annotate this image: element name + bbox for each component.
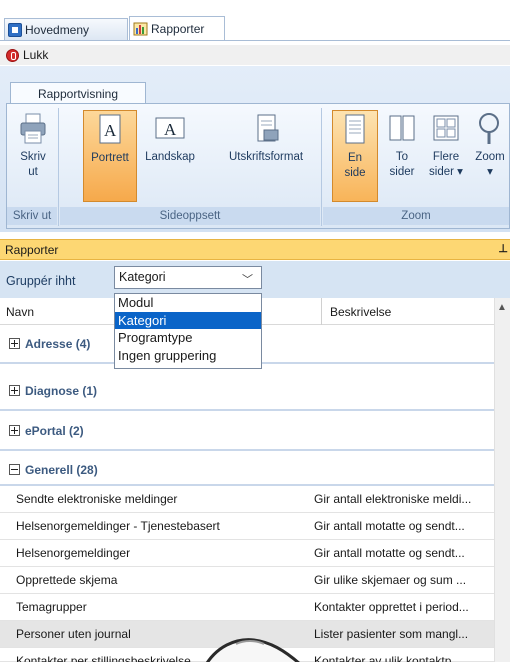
group-label-print: Skriv ut — [7, 207, 57, 225]
group-label-zoom: Zoom — [323, 207, 509, 225]
svg-text:A: A — [164, 120, 177, 139]
dropdown-option-ingen-gruppering[interactable]: Ingen gruppering — [115, 347, 261, 365]
pin-icon[interactable]: ⊥ — [498, 242, 508, 255]
chevron-down-icon: ▾ — [487, 166, 493, 178]
row-description: Kontakter av ulik kontaktp... — [314, 654, 462, 662]
row-description: Lister pasienter som mangl... — [314, 627, 469, 641]
chart-report-icon — [133, 22, 148, 36]
expand-icon[interactable] — [9, 338, 20, 349]
ribbon-tab-rapportvisning[interactable]: Rapportvisning — [10, 82, 146, 104]
table-row[interactable]: Sendte elektroniske meldinger Gir antall… — [0, 486, 494, 513]
print-label-2: ut — [28, 166, 38, 178]
group-label: Adresse (4) — [25, 337, 91, 351]
two-pages-icon — [387, 112, 417, 146]
one-page-label-1: En — [347, 152, 363, 164]
expand-icon[interactable] — [9, 425, 20, 436]
collapse-icon[interactable] — [9, 464, 20, 475]
zoom-button[interactable]: Zoom ▾ — [470, 112, 510, 198]
group-row-eportal[interactable]: ePortal (2) — [0, 413, 494, 451]
table-row[interactable]: Temagrupper Kontakter opprettet i period… — [0, 594, 494, 621]
column-header-description[interactable]: Beskrivelse — [330, 305, 391, 319]
group-by-label: Gruppér ihht — [6, 274, 76, 288]
landscape-label: Landskap — [145, 151, 195, 163]
row-description: Gir antall elektroniske meldi... — [314, 492, 472, 506]
row-name: Opprettede skjema — [16, 573, 118, 587]
multiple-pages-label-1: Flere — [432, 151, 460, 163]
table-row[interactable]: Opprettede skjema Gir ulike skjemaer og … — [0, 567, 494, 594]
group-label: ePortal (2) — [25, 424, 84, 438]
table-row[interactable]: Helsenorgemeldinger Gir antall motatte o… — [0, 540, 494, 567]
two-pages-label-2: sider — [389, 166, 415, 178]
dropdown-option-kategori[interactable]: Kategori — [115, 311, 261, 329]
two-pages-label-1: To — [395, 151, 409, 163]
row-name: Personer uten journal — [16, 627, 131, 641]
one-page-label-2: side — [344, 167, 366, 179]
column-header-name[interactable]: Navn — [6, 305, 34, 319]
tab-hovedmeny[interactable]: Hovedmeny — [4, 18, 128, 40]
portrait-label: Portrett — [91, 152, 129, 164]
group-row-generell[interactable]: Generell (28) — [0, 452, 494, 486]
print-button[interactable]: Skriv ut — [10, 112, 56, 198]
one-page-icon — [340, 113, 370, 147]
row-description: Gir ulike skjemaer og sum ... — [314, 573, 467, 587]
magnifier-icon — [475, 112, 505, 146]
print-label-1: Skriv — [20, 151, 46, 163]
row-description: Gir antall motatte og sendt... — [314, 519, 465, 533]
two-pages-button[interactable]: To sider — [381, 112, 423, 198]
printer-icon — [18, 112, 48, 146]
hand-cursor-icon — [196, 624, 306, 662]
landscape-button[interactable]: A Landskap — [140, 112, 200, 198]
row-name: Sendte elektroniske meldinger — [16, 492, 178, 506]
group-by-value: Kategori — [119, 270, 166, 284]
group-by-dropdown-list: Modul Kategori Programtype Ingen grupper… — [114, 293, 262, 369]
group-by-select[interactable]: Kategori ﹀ — [114, 266, 262, 289]
close-button[interactable]: Lukk — [23, 48, 48, 62]
expand-icon[interactable] — [9, 385, 20, 396]
landscape-page-icon: A — [153, 112, 187, 146]
row-name: Helsenorgemeldinger — [16, 546, 131, 560]
chevron-down-icon: ﹀ — [242, 274, 253, 286]
vertical-scrollbar[interactable] — [494, 298, 510, 662]
pane-header: Rapporter ⊥ — [0, 239, 510, 260]
row-name: Temagrupper — [16, 600, 87, 614]
row-name: Kontakter per stillingsbeskrivelse — [16, 654, 191, 662]
multiple-pages-button[interactable]: Flere sider ▾ — [424, 112, 468, 198]
one-page-button[interactable]: En side — [332, 110, 378, 202]
row-name: Helsenorgemeldinger - Tjenestebasert — [16, 519, 220, 533]
table-row[interactable]: Helsenorgemeldinger - Tjenestebasert Gir… — [0, 513, 494, 540]
svg-text:A: A — [104, 121, 117, 140]
group-row-diagnose[interactable]: Diagnose (1) — [0, 373, 494, 411]
home-menu-icon — [8, 22, 22, 37]
power-close-icon — [6, 48, 19, 62]
page-format-icon — [251, 112, 281, 146]
multiple-pages-icon — [431, 112, 461, 146]
group-label-page-setup: Sideoppsett — [60, 207, 320, 225]
row-description: Gir antall motatte og sendt... — [314, 546, 465, 560]
tab-label: Rapporter — [151, 21, 205, 36]
pane-title: Rapporter — [5, 242, 59, 257]
tab-label: Hovedmeny — [25, 22, 90, 37]
print-format-label: Utskriftsformat — [228, 151, 304, 163]
group-label: Generell (28) — [25, 463, 98, 477]
scroll-up-arrow-icon[interactable]: ▲ — [497, 302, 507, 313]
close-toolbar: Lukk — [0, 45, 510, 65]
dropdown-option-programtype[interactable]: Programtype — [115, 329, 261, 347]
multiple-pages-label-2: sider ▾ — [429, 166, 463, 178]
tab-rapporter[interactable]: Rapporter — [129, 16, 225, 40]
row-description: Kontakter opprettet i period... — [314, 600, 469, 614]
portrait-button[interactable]: A Portrett — [83, 110, 137, 202]
zoom-label: Zoom — [475, 151, 505, 163]
document-tab-strip: Hovedmeny Rapporter — [0, 0, 510, 46]
dropdown-option-modul[interactable]: Modul — [115, 294, 261, 312]
group-label: Diagnose (1) — [25, 384, 98, 398]
portrait-page-icon: A — [95, 113, 125, 147]
print-format-button[interactable]: Utskriftsformat — [214, 112, 318, 198]
